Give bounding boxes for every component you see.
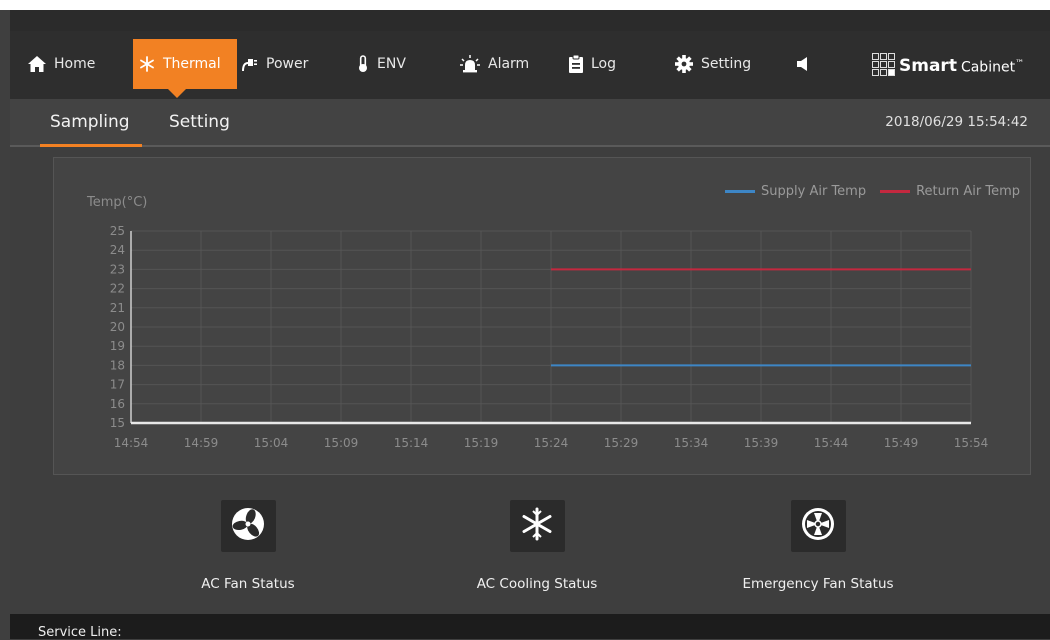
nav-setting[interactable]: Setting bbox=[675, 39, 751, 89]
active-pointer bbox=[168, 89, 186, 98]
x-tick-label: 15:09 bbox=[324, 436, 359, 450]
y-tick-label: 18 bbox=[110, 358, 125, 372]
nav-thermal[interactable]: Thermal bbox=[133, 39, 237, 98]
nav-env-label: ENV bbox=[377, 56, 406, 72]
y-tick-label: 17 bbox=[110, 378, 125, 392]
x-tick-label: 15:29 bbox=[604, 436, 639, 450]
top-strip bbox=[0, 0, 1050, 10]
app-window: Home Thermal Power ENV Alarm Log Setting… bbox=[10, 10, 1050, 640]
x-tick-label: 15:49 bbox=[884, 436, 919, 450]
y-axis-label: Temp(°C) bbox=[86, 195, 147, 210]
fan-icon bbox=[230, 506, 266, 546]
temperature-chart: Supply Air Temp Return Air Temp 25 24 23 22… bbox=[53, 157, 1031, 475]
nav-power-label: Power bbox=[266, 56, 309, 72]
emergency-fan-icon bbox=[800, 506, 836, 546]
nav-setting-label: Setting bbox=[701, 56, 752, 72]
x-tick-label: 15:44 bbox=[814, 436, 849, 450]
clipboard-icon bbox=[569, 55, 583, 73]
alarm-light-icon bbox=[460, 55, 480, 73]
y-tick-label: 22 bbox=[110, 282, 125, 296]
power-plug-icon bbox=[240, 56, 258, 72]
nav-thermal-label: Thermal bbox=[163, 56, 221, 72]
snowflake-icon bbox=[520, 507, 554, 545]
chart-plot: 25 24 23 22 21 20 19 18 17 16 15 14:54 14:59 15:04 15:… bbox=[86, 195, 989, 450]
speaker-icon bbox=[796, 56, 812, 72]
top-nav: Home Thermal Power ENV Alarm Log Setting… bbox=[10, 31, 1050, 99]
footer-bar: Service Line: bbox=[10, 614, 1050, 640]
ac-fan-status-box bbox=[220, 500, 276, 552]
y-tick-label: 19 bbox=[110, 339, 125, 353]
brand-name-rest: Cabinet™ bbox=[960, 59, 1025, 76]
y-tick-label: 25 bbox=[110, 224, 125, 238]
y-tick-label: 15 bbox=[110, 416, 125, 430]
x-tick-label: 15:34 bbox=[674, 436, 709, 450]
nav-log-label: Log bbox=[591, 56, 617, 72]
brand-name-bold: Smart bbox=[899, 56, 957, 76]
brand-logo: Smart Cabinet™ bbox=[872, 53, 1024, 76]
nav-home[interactable]: Home bbox=[28, 39, 95, 89]
x-tick-label: 15:54 bbox=[954, 436, 989, 450]
y-tick-label: 20 bbox=[110, 320, 125, 334]
tab-setting[interactable]: Setting bbox=[169, 99, 230, 145]
ac-cooling-status-label: AC Cooling Status bbox=[476, 576, 598, 592]
x-tick-label: 14:59 bbox=[184, 436, 219, 450]
emergency-fan-status-label: Emergency Fan Status bbox=[742, 576, 894, 592]
y-tick-label: 23 bbox=[110, 262, 125, 276]
nav-sound[interactable] bbox=[796, 39, 820, 89]
gear-icon bbox=[675, 55, 693, 73]
x-tick-label: 14:54 bbox=[114, 436, 149, 450]
emergency-fan-status: Emergency Fan Status bbox=[728, 500, 908, 592]
x-tick-label: 15:04 bbox=[254, 436, 289, 450]
nav-power[interactable]: Power bbox=[240, 39, 308, 89]
thermometer-icon bbox=[357, 55, 369, 73]
title-bar bbox=[10, 10, 1050, 31]
ac-cooling-status: AC Cooling Status bbox=[447, 500, 627, 592]
service-line-label: Service Line: bbox=[38, 625, 122, 640]
y-tick-label: 24 bbox=[110, 243, 125, 257]
y-tick-label: 16 bbox=[110, 397, 125, 411]
tab-sampling[interactable]: Sampling bbox=[40, 99, 142, 147]
y-tick-label: 21 bbox=[110, 301, 125, 315]
nav-home-label: Home bbox=[54, 56, 96, 72]
x-tick-label: 15:39 bbox=[744, 436, 779, 450]
ac-fan-status-label: AC Fan Status bbox=[201, 576, 295, 592]
nav-alarm-label: Alarm bbox=[488, 56, 530, 72]
nav-log[interactable]: Log bbox=[569, 39, 616, 89]
current-datetime: 2018/06/29 15:54:42 bbox=[885, 114, 1028, 130]
home-icon bbox=[28, 56, 46, 72]
snowflake-icon bbox=[139, 56, 155, 72]
emergency-fan-status-box bbox=[790, 500, 846, 552]
nav-env[interactable]: ENV bbox=[357, 39, 406, 89]
sub-tab-bar: Sampling Setting 2018/06/29 15:54:42 bbox=[10, 99, 1050, 147]
nav-alarm[interactable]: Alarm bbox=[460, 39, 529, 89]
x-tick-label: 15:19 bbox=[464, 436, 499, 450]
x-tick-label: 15:14 bbox=[394, 436, 429, 450]
ac-fan-status: AC Fan Status bbox=[158, 500, 338, 592]
x-tick-label: 15:24 bbox=[534, 436, 569, 450]
logo-grid-icon bbox=[872, 53, 895, 76]
ac-cooling-status-box bbox=[509, 500, 565, 552]
